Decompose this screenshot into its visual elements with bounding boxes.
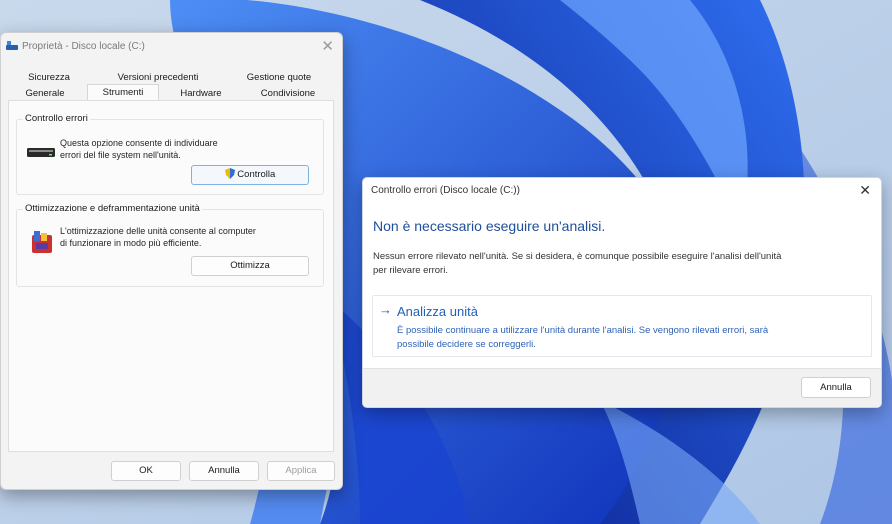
ok-button[interactable]: OK (111, 461, 181, 481)
optimize-title: Ottimizzazione e deframmentazione unità (23, 203, 202, 214)
properties-title: Proprietà - Disco locale (C:) (22, 41, 145, 52)
tab-generale[interactable]: Generale (17, 86, 73, 101)
apply-button[interactable]: Applica (267, 461, 335, 481)
error-check-title: Controllo errori (23, 113, 90, 124)
scan-drive-title: Analizza unità (397, 304, 478, 319)
tab-versioni-precedenti[interactable]: Versioni precedenti (105, 70, 211, 85)
error-check-desc-line2: errori del file system nell'unità. (60, 150, 181, 160)
dialog-body-line2: per rilevare errori. (373, 265, 448, 276)
dialog-footer: Annulla (363, 368, 881, 407)
dialog-heading: Non è necessario eseguire un'analisi. (373, 218, 606, 234)
dialog-cancel-button[interactable]: Annulla (801, 377, 871, 398)
optimize-button[interactable]: Ottimizza (191, 256, 309, 276)
arrow-right-icon: → (379, 302, 392, 317)
scan-drive-action[interactable]: → Analizza unità È possibile continuare … (372, 295, 872, 357)
properties-window: Proprietà - Disco locale (C:) ✕ Sicurezz… (0, 32, 343, 490)
cancel-button[interactable]: Annulla (189, 461, 259, 481)
tab-condivisione[interactable]: Condivisione (251, 86, 325, 101)
tab-sicurezza[interactable]: Sicurezza (19, 70, 79, 85)
close-icon[interactable]: ✕ (859, 182, 871, 199)
drive-icon (27, 148, 55, 157)
dialog-title: Controllo errori (Disco locale (C:)) (371, 185, 520, 196)
tab-panel-strumenti: Controllo errori Questa opzione consente… (8, 100, 334, 452)
scan-drive-desc-line2: possibile decidere se correggerli. (397, 339, 536, 350)
check-button-label: Controlla (237, 169, 276, 180)
error-check-group: Controllo errori Questa opzione consente… (16, 113, 324, 195)
optimize-desc-line1: L'ottimizzazione delle unità consente al… (60, 226, 256, 236)
check-button[interactable]: Controlla (191, 165, 309, 185)
drive-icon (6, 41, 18, 50)
optimize-desc-line2: di funzionare in modo più efficiente. (60, 238, 202, 248)
properties-titlebar[interactable]: Proprietà - Disco locale (C:) ✕ (1, 33, 342, 61)
defrag-icon (32, 231, 52, 253)
scan-drive-desc-line1: È possibile continuare a utilizzare l'un… (397, 325, 769, 336)
tab-hardware[interactable]: Hardware (171, 86, 231, 101)
error-check-dialog: Controllo errori (Disco locale (C:)) ✕ N… (362, 177, 882, 408)
dialog-body-line1: Nessun errore rilevato nell'unità. Se si… (373, 251, 782, 262)
dialog-body: Nessun errore rilevato nell'unità. Se si… (373, 250, 873, 278)
scan-drive-desc: È possibile continuare a utilizzare l'un… (397, 324, 865, 352)
close-icon[interactable]: ✕ (321, 37, 334, 55)
shield-icon (224, 168, 235, 179)
tab-gestione-quote[interactable]: Gestione quote (237, 70, 321, 85)
error-check-desc-line1: Questa opzione consente di individuare (60, 138, 218, 148)
optimize-group: Ottimizzazione e deframmentazione unità … (16, 203, 324, 287)
